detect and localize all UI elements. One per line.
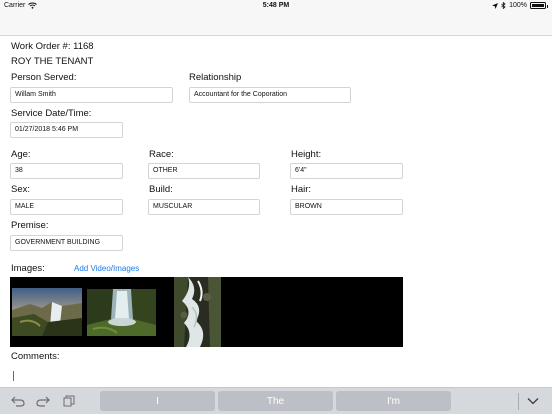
waterfall-valley-image [87,289,156,336]
work-order-label: Work Order #: [11,41,71,52]
redo-button[interactable] [36,395,50,407]
paste-icon [63,395,75,407]
image-gallery [10,277,403,347]
status-time: 5:48 PM [262,2,290,9]
paste-button[interactable] [62,395,76,407]
height-field[interactable]: 6'4" [290,163,403,179]
status-right: 100% [492,2,548,9]
comments-textarea[interactable] [10,365,540,385]
hair-label: Hair: [291,184,312,195]
chevron-down-icon [527,398,539,405]
keyboard-bar-divider [518,393,519,410]
work-order-line: Work Order #: 1168 [11,41,94,52]
build-field[interactable]: MUSCULAR [148,199,260,215]
battery-percent: 100% [509,2,527,9]
battery-icon [530,2,548,9]
gallery-image-3[interactable] [174,277,221,347]
keyboard-shortcut-bar: I The I'm [0,387,552,414]
person-served-field[interactable]: Willam Smith [10,87,173,103]
tenant-name: ROY THE TENANT [11,56,94,67]
suggestion-1[interactable]: I [100,391,215,411]
images-label: Images: [11,263,45,274]
suggestion-2[interactable]: The [218,391,333,411]
race-field[interactable]: OTHER [148,163,260,179]
premise-label: Premise: [11,220,49,231]
build-label: Build: [149,184,173,195]
sex-field[interactable]: MALE [10,199,123,215]
relationship-label: Relationship [189,72,242,83]
service-date-field[interactable]: 01/27/2018 5:46 PM [10,122,123,138]
age-field[interactable]: 38 [10,163,123,179]
gallery-image-2[interactable] [87,289,156,336]
race-label: Race: [149,149,174,160]
dismiss-keyboard-button[interactable] [526,395,540,407]
status-bar: Carrier 5:48 PM 100% [0,0,552,12]
undo-button[interactable] [11,395,25,407]
work-order-number: 1168 [73,41,94,52]
suggestion-3[interactable]: I'm [336,391,451,411]
text-cursor [13,371,14,381]
cascade-image [174,277,221,347]
comments-label: Comments: [11,351,60,362]
add-video-images-link[interactable]: Add Video/Images [74,264,139,273]
sex-label: Sex: [11,184,31,195]
undo-icon [11,396,25,407]
bluetooth-icon [501,2,506,9]
navigation-bar [0,12,552,36]
hair-field[interactable]: BROWN [290,199,403,215]
height-label: Height: [291,149,322,160]
gallery-image-1[interactable] [12,288,82,336]
premise-field[interactable]: GOVERNMENT BUILDING [10,235,123,251]
age-label: Age: [11,149,31,160]
waterfall-image [12,288,82,336]
service-date-label: Service Date/Time: [11,108,92,119]
location-arrow-icon [492,2,499,9]
redo-icon [36,396,50,407]
person-served-label: Person Served: [11,72,77,83]
relationship-field[interactable]: Accountant for the Coporation [189,87,351,103]
